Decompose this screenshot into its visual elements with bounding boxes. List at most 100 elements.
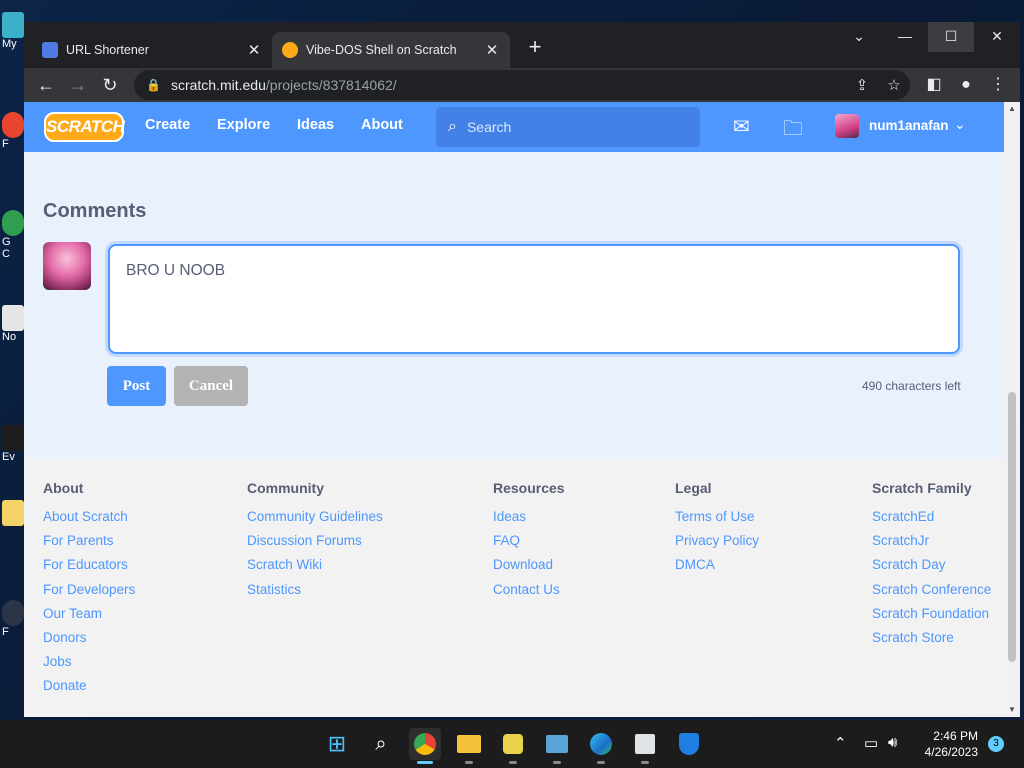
- username[interactable]: num1anafan: [869, 118, 949, 133]
- back-icon[interactable]: ←: [32, 71, 60, 99]
- volume-icon[interactable]: 🔊︎: [888, 734, 897, 751]
- scroll-down-icon[interactable]: ▼: [1004, 703, 1020, 717]
- desktop-icon-label: F: [2, 138, 9, 150]
- avatar[interactable]: [835, 114, 859, 138]
- taskbar-control-panel-icon[interactable]: [541, 728, 573, 764]
- taskbar-clock[interactable]: 2:46 PM 4/26/2023: [918, 728, 978, 760]
- footer-link[interactable]: Privacy Policy: [675, 533, 759, 557]
- address-bar[interactable]: 🔒 scratch.mit.edu /projects/837814062/ ⇪…: [134, 70, 910, 100]
- close-tab-icon[interactable]: ✕: [484, 41, 500, 59]
- tab-title: Vibe-DOS Shell on Scratch: [306, 43, 457, 57]
- desktop-icon-file[interactable]: F: [2, 600, 24, 638]
- footer-link[interactable]: Community Guidelines: [247, 509, 383, 533]
- profile-icon[interactable]: ●: [952, 71, 980, 99]
- scrollbar-thumb[interactable]: [1008, 392, 1016, 662]
- nav-ideas[interactable]: Ideas: [297, 117, 334, 133]
- network-icon[interactable]: ▭: [864, 734, 878, 752]
- search-placeholder: Search: [466, 119, 512, 135]
- footer-heading: About: [43, 480, 84, 496]
- taskbar-search-icon[interactable]: ⌕: [365, 728, 397, 760]
- footer-link[interactable]: Scratch Foundation: [872, 606, 991, 630]
- desktop-icon-app[interactable]: F: [2, 112, 24, 150]
- close-window-icon[interactable]: ✕: [974, 22, 1020, 52]
- footer-link[interactable]: Scratch Conference: [872, 582, 991, 606]
- footer-link[interactable]: About Scratch: [43, 509, 135, 533]
- my-stuff-folder-icon[interactable]: 🗀: [783, 114, 803, 148]
- scratch-favicon-icon: [282, 42, 298, 58]
- footer-link[interactable]: Scratch Wiki: [247, 557, 383, 581]
- maximize-icon[interactable]: ☐: [928, 22, 974, 52]
- footer-link[interactable]: Scratch Day: [872, 557, 991, 581]
- notification-badge[interactable]: 3: [988, 736, 1004, 752]
- footer-link[interactable]: Contact Us: [493, 582, 565, 606]
- post-button[interactable]: Post: [107, 366, 166, 406]
- footer-link[interactable]: DMCA: [675, 557, 759, 581]
- footer-link[interactable]: Download: [493, 557, 565, 581]
- footer-link[interactable]: FAQ: [493, 533, 565, 557]
- folder-icon: [2, 500, 24, 526]
- minimize-icon[interactable]: —: [882, 22, 928, 52]
- desktop-icon-folder[interactable]: [2, 500, 24, 526]
- tab-url-shortener[interactable]: URL Shortener ✕: [32, 32, 272, 68]
- forward-icon[interactable]: →: [64, 71, 92, 99]
- taskbar-app-icon[interactable]: [497, 728, 529, 764]
- taskbar-app-icon-2[interactable]: [629, 728, 661, 764]
- search-input[interactable]: ⌕ Search: [436, 107, 700, 147]
- desktop-icon-chrome[interactable]: G C: [2, 210, 24, 260]
- footer-column-resources: Resources Ideas FAQ Download Contact Us: [493, 480, 565, 606]
- footer-link[interactable]: ScratchEd: [872, 509, 991, 533]
- footer-link[interactable]: Jobs: [43, 654, 135, 678]
- desktop-icon-notepad[interactable]: No: [2, 305, 24, 343]
- app-icon: [635, 734, 655, 754]
- browser-window: URL Shortener ✕ Vibe-DOS Shell on Scratc…: [24, 22, 1020, 717]
- scroll-up-icon[interactable]: ▲: [1004, 102, 1020, 116]
- footer-link[interactable]: Discussion Forums: [247, 533, 383, 557]
- taskbar-security-icon[interactable]: [673, 728, 705, 760]
- desktop-icon-my-computer[interactable]: My: [2, 12, 24, 50]
- computer-icon: [2, 12, 24, 38]
- folder-icon: [457, 735, 481, 753]
- side-panel-icon[interactable]: ◧: [920, 71, 948, 99]
- cancel-button[interactable]: Cancel: [174, 366, 248, 406]
- reload-icon[interactable]: ↻: [96, 71, 124, 99]
- footer-link[interactable]: For Educators: [43, 557, 135, 581]
- desktop-icon-event[interactable]: Ev: [2, 425, 24, 463]
- comments-section: Comments BRO U NOOB Post Cancel 490 char…: [24, 152, 1004, 458]
- footer-link[interactable]: Ideas: [493, 509, 565, 533]
- tab-search-icon[interactable]: ⌄: [836, 22, 882, 52]
- browser-toolbar: ← → ↻ 🔒 scratch.mit.edu /projects/837814…: [24, 68, 1020, 102]
- taskbar-file-explorer-icon[interactable]: [453, 728, 485, 764]
- nav-create[interactable]: Create: [145, 117, 190, 133]
- footer-link[interactable]: Donors: [43, 630, 135, 654]
- footer-link[interactable]: Our Team: [43, 606, 135, 630]
- file-icon: [2, 600, 24, 626]
- footer-link[interactable]: For Parents: [43, 533, 135, 557]
- footer-link[interactable]: For Developers: [43, 582, 135, 606]
- windows-taskbar: ⊞ ⌕ ⌃ ▭ 🔊︎ 2:46 PM 4/26/2023 3: [0, 720, 1024, 768]
- bookmark-star-icon[interactable]: ☆: [884, 76, 904, 96]
- chevron-down-icon[interactable]: ⌄: [954, 116, 966, 133]
- footer-link[interactable]: Scratch Store: [872, 630, 991, 654]
- comment-textarea[interactable]: BRO U NOOB: [108, 244, 960, 354]
- nav-explore[interactable]: Explore: [217, 117, 270, 133]
- chevron-up-icon[interactable]: ⌃: [834, 734, 847, 752]
- taskbar-edge-icon[interactable]: [585, 728, 617, 764]
- page-scrollbar[interactable]: ▲ ▼: [1004, 102, 1020, 717]
- taskbar-chrome-icon[interactable]: [409, 728, 441, 764]
- windows-start-icon[interactable]: ⊞: [321, 728, 353, 760]
- url-path: /projects/837814062/: [265, 77, 397, 93]
- page-viewport: SCRATCH Create Explore Ideas About ⌕ Sea…: [24, 102, 1004, 717]
- footer-link[interactable]: Donate: [43, 678, 135, 702]
- share-icon[interactable]: ⇪: [852, 76, 872, 96]
- nav-about[interactable]: About: [361, 117, 403, 133]
- messages-icon[interactable]: ✉: [733, 114, 750, 139]
- tab-strip: URL Shortener ✕ Vibe-DOS Shell on Scratc…: [24, 22, 1020, 68]
- new-tab-button[interactable]: +: [521, 34, 549, 62]
- footer-link[interactable]: Terms of Use: [675, 509, 759, 533]
- tab-vibe-dos[interactable]: Vibe-DOS Shell on Scratch ✕: [272, 32, 510, 68]
- menu-kebab-icon[interactable]: ⋮: [984, 71, 1012, 99]
- footer-link[interactable]: Statistics: [247, 582, 383, 606]
- close-tab-icon[interactable]: ✕: [246, 41, 262, 59]
- scratch-logo[interactable]: SCRATCH: [44, 112, 125, 142]
- footer-link[interactable]: ScratchJr: [872, 533, 991, 557]
